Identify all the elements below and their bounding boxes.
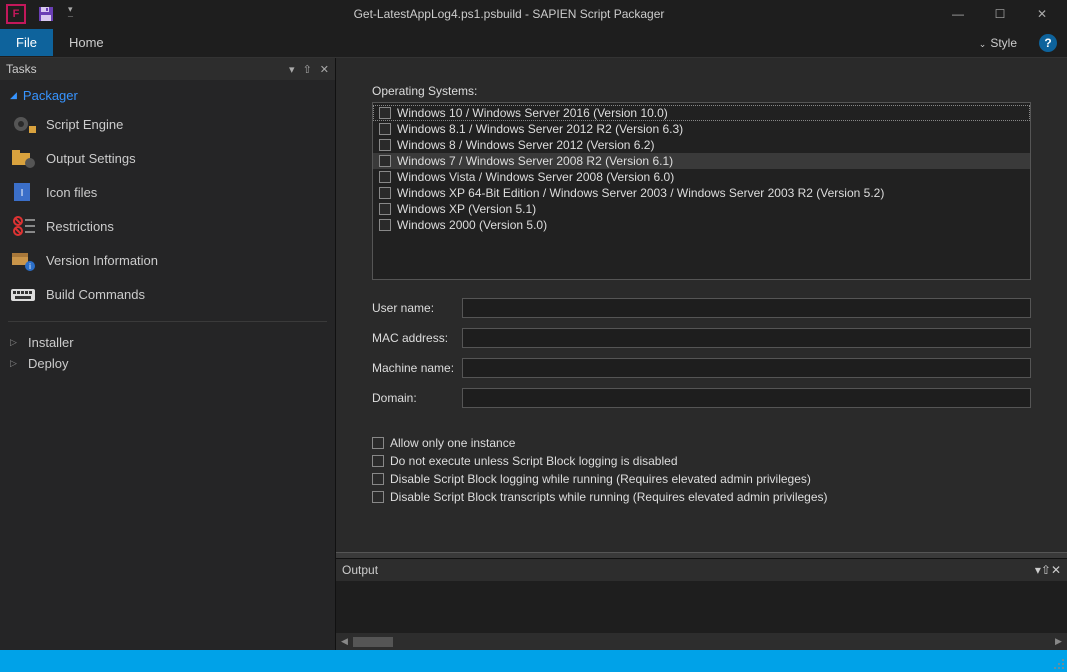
checkbox[interactable] <box>372 491 384 503</box>
maximize-button[interactable]: ☐ <box>979 0 1021 28</box>
username-label: User name: <box>372 301 462 315</box>
horizontal-scrollbar[interactable]: ◀ ▶ <box>336 633 1067 650</box>
content-area: Operating Systems: Windows 10 / Windows … <box>336 58 1067 650</box>
machine-label: Machine name: <box>372 361 462 375</box>
section-deploy[interactable]: ▷ Deploy <box>0 353 335 374</box>
scroll-right-icon[interactable]: ▶ <box>1050 633 1067 650</box>
checkbox[interactable] <box>372 437 384 449</box>
svg-text:I: I <box>21 188 24 199</box>
main-body: Tasks ▾ ⇧ ✕ ◢ Packager Script Engine <box>0 58 1067 650</box>
checkbox[interactable] <box>379 171 391 183</box>
tab-file[interactable]: File <box>0 29 53 56</box>
scroll-left-icon[interactable]: ◀ <box>336 633 353 650</box>
panel-pin-icon[interactable]: ⇧ <box>1041 563 1051 577</box>
checkbox[interactable] <box>372 473 384 485</box>
task-label: Icon files <box>46 185 97 200</box>
task-output-settings[interactable]: Output Settings <box>0 141 335 175</box>
checkbox[interactable] <box>379 139 391 151</box>
keyboard-icon <box>10 283 36 305</box>
sub-item-label: Deploy <box>28 356 68 371</box>
task-build-commands[interactable]: Build Commands <box>0 277 335 311</box>
os-item[interactable]: Windows Vista / Windows Server 2008 (Ver… <box>373 169 1030 185</box>
section-packager[interactable]: ◢ Packager <box>0 84 335 107</box>
os-label: Operating Systems: <box>372 84 1031 98</box>
task-label: Output Settings <box>46 151 136 166</box>
task-script-engine[interactable]: Script Engine <box>0 107 335 141</box>
os-listbox[interactable]: Windows 10 / Windows Server 2016 (Versio… <box>372 102 1031 280</box>
panel-close-icon[interactable]: ✕ <box>1051 563 1061 577</box>
os-item[interactable]: Windows 8.1 / Windows Server 2012 R2 (Ve… <box>373 121 1030 137</box>
os-item[interactable]: Windows 7 / Windows Server 2008 R2 (Vers… <box>373 153 1030 169</box>
svg-text:i: i <box>29 262 31 271</box>
domain-input[interactable] <box>462 388 1031 408</box>
icon-file-icon: I <box>10 181 36 203</box>
style-menu[interactable]: ⌄Style <box>967 30 1029 56</box>
folder-gear-icon <box>10 147 36 169</box>
panel-close-icon[interactable]: ✕ <box>320 63 329 76</box>
minimize-button[interactable]: — <box>937 0 979 28</box>
checkbox[interactable] <box>379 107 391 119</box>
task-label: Script Engine <box>46 117 123 132</box>
task-label: Version Information <box>46 253 158 268</box>
mac-label: MAC address: <box>372 331 462 345</box>
collapse-arrow-icon: ◢ <box>10 90 17 101</box>
task-label: Restrictions <box>46 219 114 234</box>
task-restrictions[interactable]: Restrictions <box>0 209 335 243</box>
checkbox[interactable] <box>379 155 391 167</box>
tasks-panel: Tasks ▾ ⇧ ✕ ◢ Packager Script Engine <box>0 58 336 650</box>
output-panel: Output ▾ ⇧ ✕ ◀ ▶ <box>336 558 1067 650</box>
checkbox[interactable] <box>379 219 391 231</box>
check-disable-transcripts[interactable]: Disable Script Block transcripts while r… <box>372 488 1031 506</box>
os-item[interactable]: Windows XP 64-Bit Edition / Windows Serv… <box>373 185 1030 201</box>
task-label: Build Commands <box>46 287 145 302</box>
domain-label: Domain: <box>372 391 462 405</box>
close-button[interactable]: ✕ <box>1021 0 1063 28</box>
resize-grip-icon[interactable] <box>1051 656 1065 670</box>
qat-dropdown-icon[interactable]: ▾¯ <box>68 4 73 25</box>
checkbox[interactable] <box>379 123 391 135</box>
check-scriptblock-logging[interactable]: Do not execute unless Script Block loggi… <box>372 452 1031 470</box>
task-version-information[interactable]: i Version Information <box>0 243 335 277</box>
output-header: Output ▾ ⇧ ✕ <box>336 559 1067 581</box>
menubar: File Home ⌄Style ? <box>0 28 1067 58</box>
section-label: Packager <box>23 88 78 103</box>
save-icon[interactable] <box>38 6 54 22</box>
os-item[interactable]: Windows 2000 (Version 5.0) <box>373 217 1030 233</box>
content-scroll: Operating Systems: Windows 10 / Windows … <box>336 58 1067 552</box>
check-single-instance[interactable]: Allow only one instance <box>372 434 1031 452</box>
tasks-panel-header: Tasks ▾ ⇧ ✕ <box>0 58 335 80</box>
panel-pin-icon[interactable]: ⇧ <box>303 63 312 76</box>
output-body <box>336 581 1067 633</box>
titlebar: F ▾¯ Get-LatestAppLog4.ps1.psbuild - SAP… <box>0 0 1067 28</box>
divider <box>8 321 327 322</box>
sub-item-label: Installer <box>28 335 74 350</box>
checkbox[interactable] <box>372 455 384 467</box>
checkbox[interactable] <box>379 203 391 215</box>
panel-dropdown-icon[interactable]: ▾ <box>289 63 295 76</box>
scrollbar-thumb[interactable] <box>353 637 393 647</box>
box-info-icon: i <box>10 249 36 271</box>
os-item[interactable]: Windows 10 / Windows Server 2016 (Versio… <box>373 105 1030 121</box>
app-logo-icon: F <box>6 4 26 24</box>
task-icon-files[interactable]: I Icon files <box>0 175 335 209</box>
mac-input[interactable] <box>462 328 1031 348</box>
username-input[interactable] <box>462 298 1031 318</box>
tab-home[interactable]: Home <box>53 29 120 56</box>
tasks-panel-title: Tasks <box>6 62 281 76</box>
check-disable-logging[interactable]: Disable Script Block logging while runni… <box>372 470 1031 488</box>
gear-icon <box>10 113 36 135</box>
machine-input[interactable] <box>462 358 1031 378</box>
section-installer[interactable]: ▷ Installer <box>0 332 335 353</box>
os-item[interactable]: Windows XP (Version 5.1) <box>373 201 1030 217</box>
restrictions-icon <box>10 215 36 237</box>
window-title: Get-LatestAppLog4.ps1.psbuild - SAPIEN S… <box>81 7 937 21</box>
app-window: F ▾¯ Get-LatestAppLog4.ps1.psbuild - SAP… <box>0 0 1067 650</box>
os-item[interactable]: Windows 8 / Windows Server 2012 (Version… <box>373 137 1030 153</box>
tasks-content: ◢ Packager Script Engine Output Settings <box>0 80 335 378</box>
help-button[interactable]: ? <box>1039 34 1057 52</box>
output-title: Output <box>342 563 1035 577</box>
checkbox[interactable] <box>379 187 391 199</box>
expand-arrow-icon: ▷ <box>10 337 22 348</box>
expand-arrow-icon: ▷ <box>10 358 22 369</box>
